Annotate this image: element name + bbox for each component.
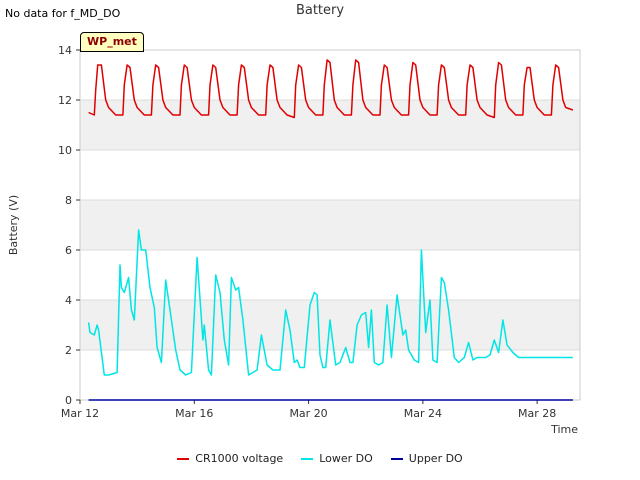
legend-item-cr1000: CR1000 voltage: [177, 452, 283, 465]
legend-item-lower-do: Lower DO: [301, 452, 373, 465]
x-tick-label: Mar 20: [289, 407, 327, 420]
y-tick-label: 14: [58, 44, 72, 57]
y-axis-ticks: 0 2 4 6 8 10 12 14: [58, 44, 80, 407]
legend-swatch-lower-do: [301, 457, 314, 460]
x-tick-label: Mar 24: [404, 407, 442, 420]
y-tick-label: 2: [65, 344, 72, 357]
y-tick-label: 6: [65, 244, 72, 257]
background-band: [80, 200, 580, 250]
y-tick-label: 12: [58, 94, 72, 107]
legend-label-upper-do: Upper DO: [408, 452, 463, 465]
y-tick-label: 0: [65, 394, 72, 407]
battery-chart: 02468101214 Mar 12 Mar 16 Mar 20 Mar 24 Mar …: [7, 44, 581, 436]
legend-swatch-cr1000: [177, 457, 190, 460]
x-axis-label: Time: [550, 423, 578, 436]
x-axis-ticks: Mar 12 Mar 16 Mar 20 Mar 24 Mar 28: [61, 400, 556, 420]
site-tag-badge: WP_met: [80, 32, 144, 52]
y-axis-label: Battery (V): [7, 195, 20, 255]
y-tick-label: 10: [58, 144, 72, 157]
legend: CR1000 voltage Lower DO Upper DO: [0, 452, 640, 465]
y-tick-label: 8: [65, 194, 72, 207]
x-tick-label: Mar 16: [175, 407, 213, 420]
background-band: [80, 100, 580, 150]
legend-label-cr1000: CR1000 voltage: [195, 452, 284, 465]
x-tick-label: Mar 28: [518, 407, 556, 420]
legend-swatch-upper-do: [390, 457, 403, 460]
x-tick-label: Mar 12: [61, 407, 99, 420]
y-tick-label: 4: [65, 294, 72, 307]
legend-label-lower-do: Lower DO: [319, 452, 373, 465]
legend-item-upper-do: Upper DO: [390, 452, 463, 465]
